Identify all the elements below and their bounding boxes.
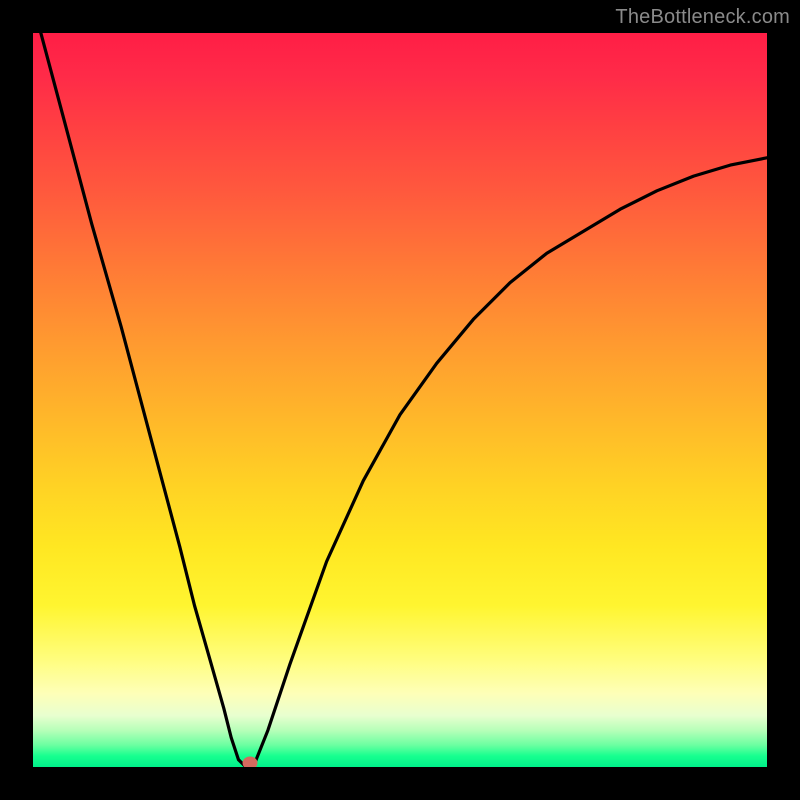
- plot-area: [33, 33, 767, 767]
- watermark-text: TheBottleneck.com: [615, 6, 790, 29]
- chart-frame: TheBottleneck.com: [0, 0, 800, 800]
- optimal-marker-icon: [242, 757, 257, 767]
- bottleneck-curve: [33, 33, 767, 767]
